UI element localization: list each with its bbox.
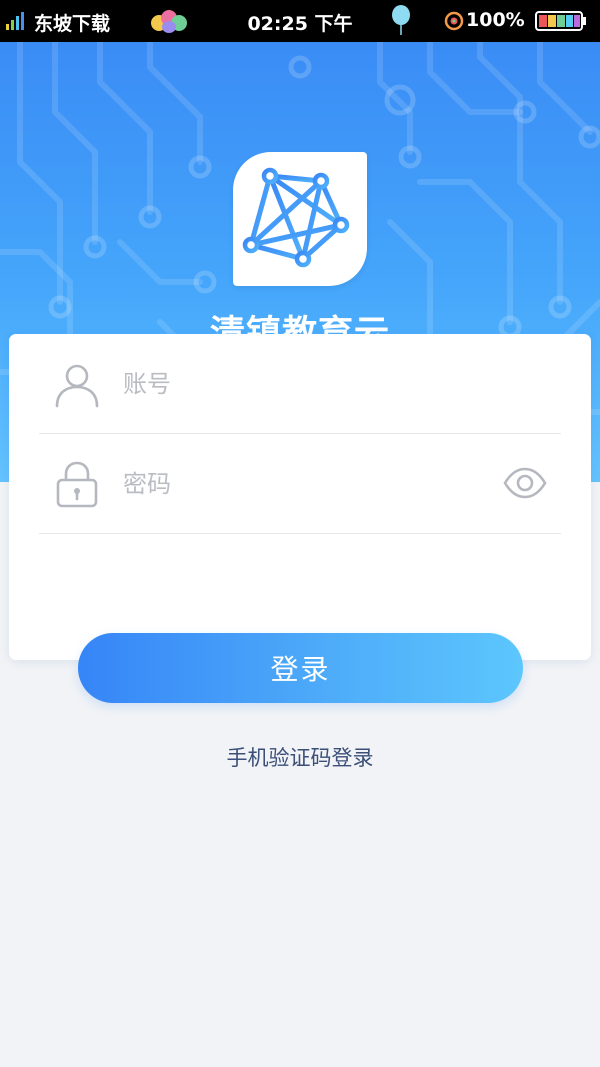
balloon-icon <box>392 5 410 35</box>
user-icon <box>55 364 99 408</box>
eye-icon[interactable] <box>503 465 547 501</box>
lock-icon <box>56 461 98 508</box>
account-input[interactable] <box>123 364 503 404</box>
status-bar: 东坡下载 02:25 下午 100% <box>0 0 600 42</box>
battery-percent: 100% <box>466 9 525 31</box>
network-nodes-icon <box>242 167 350 268</box>
account-row <box>39 334 561 434</box>
password-input[interactable] <box>123 464 503 504</box>
battery-icon <box>535 11 586 31</box>
sms-code-login-link[interactable]: 手机验证码登录 <box>0 742 600 772</box>
password-row <box>39 434 561 534</box>
login-button[interactable]: 登录 <box>78 633 523 703</box>
app-logo <box>233 152 367 286</box>
login-card <box>9 334 591 660</box>
location-target-icon <box>444 11 464 31</box>
